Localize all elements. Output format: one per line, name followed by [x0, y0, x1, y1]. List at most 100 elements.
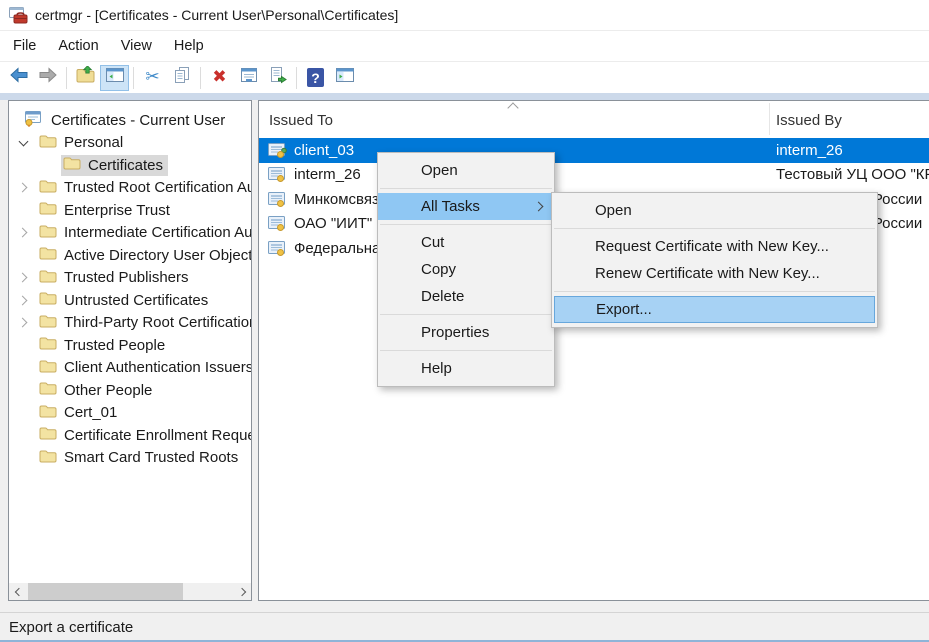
tree-item-label: Untrusted Certificates — [64, 292, 208, 309]
tree-item-certificate-enrollment-requests[interactable]: Certificate Enrollment Reques — [9, 424, 251, 447]
tree-item-other-people[interactable]: Other People — [9, 379, 251, 402]
status-text: Export a certificate — [9, 619, 133, 636]
tree-item-third-party-root-certification[interactable]: Third-Party Root Certification — [9, 312, 251, 335]
context-menu-item-help[interactable]: Help — [378, 355, 554, 382]
list-row-interm-26[interactable]: interm_26 Тестовый УЦ ООО "КРИ — [259, 163, 929, 188]
list-row-client-03[interactable]: client_03 interm_26 — [259, 138, 929, 163]
tree-item-client-authentication-issuers[interactable]: Client Authentication Issuers — [9, 357, 251, 380]
context-menu-item-all-tasks[interactable]: All Tasks — [378, 193, 554, 220]
show-hide-action-pane-button[interactable] — [330, 65, 359, 91]
submenu-item-open[interactable]: Open — [552, 197, 877, 224]
context-menu-item-cut[interactable]: Cut — [378, 229, 554, 256]
certmgr-window: certmgr - [Certificates - Current User\P… — [0, 0, 929, 642]
submenu-item-export[interactable]: Export... — [554, 296, 875, 323]
context-menu-item-delete[interactable]: Delete — [378, 283, 554, 310]
all-tasks-submenu: Open Request Certificate with New Key...… — [551, 192, 878, 328]
folder-icon — [39, 179, 57, 197]
tree-item-cert-01[interactable]: Cert_01 — [9, 402, 251, 425]
chevron-collapsed-icon — [17, 228, 27, 238]
folder-icon — [63, 156, 81, 174]
certmgr-app-icon — [9, 7, 28, 24]
back-button[interactable] — [4, 65, 33, 91]
menu-item-label: Open — [421, 162, 458, 179]
tree-item-label: Trusted Root Certification Aut — [64, 179, 252, 196]
menu-action[interactable]: Action — [47, 34, 109, 58]
folder-icon — [39, 449, 57, 467]
menu-item-label: Delete — [421, 288, 464, 305]
issued-by-cell: interm_26 — [776, 142, 843, 159]
tree: Certificates - Current User Personal — [9, 109, 251, 469]
tree-item-enterprise-trust[interactable]: Enterprise Trust — [9, 199, 251, 222]
scroll-left-arrow[interactable] — [9, 583, 26, 600]
tree-item-untrusted-certificates[interactable]: Untrusted Certificates — [9, 289, 251, 312]
tree-item-certificates[interactable]: Certificates — [9, 154, 251, 177]
folder-icon — [39, 381, 57, 399]
status-bar: Export a certificate — [0, 612, 929, 642]
export-list-icon — [268, 66, 288, 90]
up-one-level-button[interactable] — [71, 65, 100, 91]
folder-icon — [39, 336, 57, 354]
column-header-issued-by[interactable]: Issued By — [776, 112, 842, 129]
delete-button[interactable] — [205, 65, 234, 91]
help-button[interactable] — [301, 65, 330, 91]
scrollbar-thumb[interactable] — [28, 583, 183, 600]
issued-to-cell: Федеральная — [294, 240, 389, 257]
copy-button[interactable] — [167, 65, 196, 91]
help-icon — [307, 68, 324, 87]
console-tree-icon — [105, 66, 125, 89]
toolbar-separator — [66, 67, 67, 89]
cut-button[interactable] — [138, 65, 167, 91]
column-header-issued-to[interactable]: Issued To — [269, 112, 333, 129]
menu-item-label: Properties — [421, 324, 489, 341]
tree-item-label: Certificate Enrollment Reques — [64, 427, 252, 444]
menu-item-label: Export... — [596, 301, 652, 318]
menu-item-label: Cut — [421, 234, 444, 251]
folder-up-icon — [76, 66, 96, 89]
folder-icon — [39, 201, 57, 219]
tree-item-label: Other People — [64, 382, 152, 399]
menu-bar: File Action View Help — [0, 31, 929, 62]
menu-help[interactable]: Help — [163, 34, 215, 58]
menu-separator — [380, 350, 552, 351]
menu-separator — [554, 228, 875, 229]
tree-item-trusted-publishers[interactable]: Trusted Publishers — [9, 267, 251, 290]
folder-icon — [39, 359, 57, 377]
show-hide-console-tree-button[interactable] — [100, 65, 129, 91]
tree-item-trusted-people[interactable]: Trusted People — [9, 334, 251, 357]
tree-item-trusted-root-certification-authorities[interactable]: Trusted Root Certification Aut — [9, 177, 251, 200]
menu-separator — [380, 188, 552, 189]
tree-item-label: Enterprise Trust — [64, 202, 170, 219]
context-menu-item-copy[interactable]: Copy — [378, 256, 554, 283]
tree-item-intermediate-certification-authorities[interactable]: Intermediate Certification Aut — [9, 222, 251, 245]
forward-button[interactable] — [33, 65, 62, 91]
chevron-expanded-icon — [18, 136, 28, 146]
context-menu-item-open[interactable]: Open — [378, 157, 554, 184]
properties-button[interactable] — [234, 65, 263, 91]
action-pane-icon — [335, 66, 355, 89]
menu-file[interactable]: File — [2, 34, 47, 58]
submenu-arrow-icon — [534, 202, 544, 212]
tree-item-certificates-current-user[interactable]: Certificates - Current User — [9, 109, 251, 132]
tree-item-label: Certificates - Current User — [51, 112, 225, 129]
tree-item-label: Third-Party Root Certification — [64, 314, 252, 331]
issued-by-cell: Тестовый УЦ ООО "КРИ — [776, 166, 929, 183]
menu-item-label: All Tasks — [421, 198, 480, 215]
certmgr-root-icon — [23, 110, 43, 131]
submenu-item-renew-certificate-with-new-key[interactable]: Renew Certificate with New Key... — [552, 260, 877, 287]
tree-item-smart-card-trusted-roots[interactable]: Smart Card Trusted Roots — [9, 447, 251, 470]
menu-view[interactable]: View — [110, 34, 163, 58]
forward-arrow-icon — [38, 65, 58, 90]
scroll-right-arrow[interactable] — [234, 583, 251, 600]
tree-item-active-directory-user-object[interactable]: Active Directory User Object — [9, 244, 251, 267]
tree-item-label: Intermediate Certification Aut — [64, 224, 252, 241]
context-menu-item-properties[interactable]: Properties — [378, 319, 554, 346]
export-list-button[interactable] — [263, 65, 292, 91]
menu-separator — [380, 314, 552, 315]
tree-item-label: Personal — [64, 134, 123, 151]
tree-item-label: Trusted Publishers — [64, 269, 189, 286]
submenu-item-request-certificate-with-new-key[interactable]: Request Certificate with New Key... — [552, 233, 877, 260]
tree-horizontal-scrollbar[interactable] — [9, 583, 251, 600]
column-separator[interactable] — [769, 103, 770, 135]
tree-item-personal[interactable]: Personal — [9, 132, 251, 155]
toolbar-separator — [296, 67, 297, 89]
